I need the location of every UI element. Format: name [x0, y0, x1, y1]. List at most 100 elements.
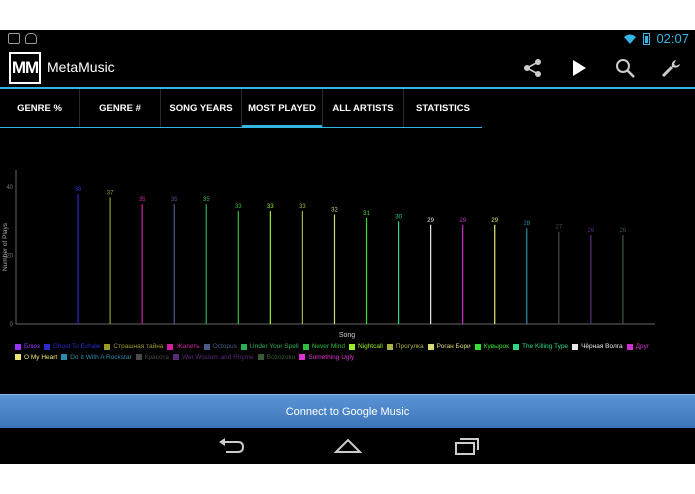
- legend-label: Something Ugly: [308, 353, 355, 361]
- tab-label: SONG YEARS: [169, 102, 233, 114]
- legend-swatch: [135, 354, 142, 360]
- tab-label: MOST PLAYED: [248, 102, 316, 114]
- bar-value-label: 33: [267, 204, 274, 210]
- tab-most-played[interactable]: MOST PLAYED: [242, 89, 323, 128]
- chart-legend: Блюз Ghost To Exhale Страшная тайна Жалеть O…: [15, 342, 675, 363]
- legend-item: Блюз: [15, 342, 40, 351]
- settings-wrench-icon[interactable]: [660, 57, 682, 79]
- tab-bar-divider: [0, 127, 482, 128]
- legend-item: Never Mind: [302, 342, 345, 351]
- legend-label: Ghost To Exhale: [52, 343, 101, 350]
- legend-swatch: [474, 343, 481, 350]
- tab-label: GENRE %: [17, 102, 62, 114]
- image-notification-icon: [8, 33, 20, 44]
- y-axis-label: Number of Plays: [2, 222, 9, 271]
- legend-item: The Killing Type: [512, 342, 569, 351]
- legend-item: O My Heart: [15, 353, 57, 362]
- legend-swatch: [427, 343, 434, 350]
- search-icon[interactable]: [614, 57, 636, 79]
- y-tick-label: 0: [10, 322, 14, 328]
- app-title: MetaMusic: [47, 59, 115, 75]
- bar-value-label: 27: [555, 225, 562, 231]
- tab-statistics[interactable]: STATISTICS: [404, 89, 482, 127]
- connect-button-label: Connect to Google Music: [285, 406, 410, 418]
- legend-label: Do It With A Rockstar: [70, 353, 132, 361]
- legend-item: Octopus: [203, 342, 237, 351]
- legend-item: Bozozoku: [257, 353, 296, 362]
- tab-label: GENRE #: [99, 102, 141, 114]
- legend-swatch: [15, 343, 21, 350]
- app-logo[interactable]: MM: [9, 52, 41, 84]
- legend-swatch: [203, 343, 210, 350]
- legend-label: Жалеть: [176, 343, 200, 350]
- legend-item: Кувырок: [474, 342, 509, 351]
- legend-label: Wet Wisdom and Rhyme: [182, 353, 254, 361]
- status-time: 02:07: [656, 31, 689, 46]
- bar-value-label: 29: [459, 218, 466, 224]
- bar-value-label: 31: [363, 211, 370, 217]
- legend-label: O My Heart: [24, 353, 58, 361]
- legend-swatch: [348, 343, 355, 350]
- legend-item: Something Ugly: [299, 353, 354, 362]
- wifi-icon: [624, 34, 637, 44]
- home-icon[interactable]: [333, 434, 363, 458]
- legend-swatch: [257, 354, 264, 360]
- device-screen: 02:07 MM MetaMusic GENRE % GENRE # SONG …: [0, 30, 695, 464]
- x-axis-label: Song: [339, 332, 355, 339]
- status-bar: 02:07: [0, 30, 695, 49]
- legend-label: Кувырок: [483, 343, 509, 350]
- tab-label: ALL ARTISTS: [332, 102, 394, 114]
- tab-genre-count[interactable]: GENRE #: [80, 89, 161, 127]
- share-icon[interactable]: [522, 57, 544, 79]
- recent-apps-icon[interactable]: [452, 434, 482, 458]
- legend-label: The Killing Type: [521, 343, 569, 350]
- tab-all-artists[interactable]: ALL ARTISTS: [323, 89, 404, 127]
- legend-item: Wet Wisdom and Rhyme: [173, 353, 254, 362]
- tab-bar: GENRE % GENRE # SONG YEARS MOST PLAYED A…: [0, 89, 482, 128]
- legend-swatch: [167, 343, 174, 350]
- legend-label: Прогулка: [395, 343, 424, 350]
- back-icon[interactable]: [216, 434, 246, 458]
- bar-value-label: 33: [235, 204, 242, 210]
- legend-label: Чёрная Волга: [581, 343, 623, 350]
- legend-swatch: [173, 354, 179, 360]
- android-notification-icon: [25, 33, 37, 44]
- bar-value-label: 35: [203, 197, 210, 203]
- connect-google-music-button[interactable]: Connect to Google Music: [0, 394, 695, 429]
- bar-value-label: 28: [523, 221, 530, 227]
- bar-value-label: 33: [299, 204, 306, 210]
- y-tick-label: 40: [6, 185, 13, 191]
- legend-swatch: [572, 343, 579, 350]
- legend-swatch: [302, 343, 309, 350]
- legend-swatch: [104, 343, 111, 350]
- tab-song-years[interactable]: SONG YEARS: [161, 89, 242, 127]
- legend-label: Nightcall: [357, 343, 383, 350]
- most-played-chart: 02040Number of PlaysSong383735 35 3533 33 33…: [2, 170, 655, 339]
- play-icon[interactable]: [568, 57, 590, 79]
- legend-label: Octopus: [212, 343, 237, 350]
- legend-label: Красота: [144, 353, 169, 361]
- legend-swatch: [15, 354, 21, 360]
- legend-swatch: [512, 343, 519, 350]
- legend-label: Bozozoku: [266, 353, 296, 361]
- navigation-bar: [0, 428, 695, 464]
- legend-label: Друг: [635, 343, 650, 350]
- bar-value-label: 29: [491, 218, 498, 224]
- action-bar: MM MetaMusic: [0, 49, 695, 89]
- tab-genre-percent[interactable]: GENRE %: [0, 89, 80, 127]
- bar-value-label: 26: [620, 228, 627, 234]
- bar-value-label: 38: [75, 187, 82, 193]
- legend-item: Роган Бори: [427, 342, 471, 351]
- legend-item: Жалеть: [167, 342, 200, 351]
- bar-value-label: 37: [107, 190, 114, 196]
- legend-swatch: [61, 354, 68, 360]
- legend-swatch: [240, 343, 247, 350]
- legend-item: Ghost To Exhale: [43, 342, 101, 351]
- legend-item: Do It With A Rockstar: [61, 353, 132, 362]
- legend-item: Прогулка: [386, 342, 424, 351]
- bar-value-label: 35: [139, 197, 146, 203]
- legend-label: Блюз: [24, 343, 40, 350]
- legend-label: Never Mind: [311, 343, 345, 350]
- legend-item: Страшная тайна: [104, 342, 163, 351]
- bar-value-label: 32: [331, 207, 338, 213]
